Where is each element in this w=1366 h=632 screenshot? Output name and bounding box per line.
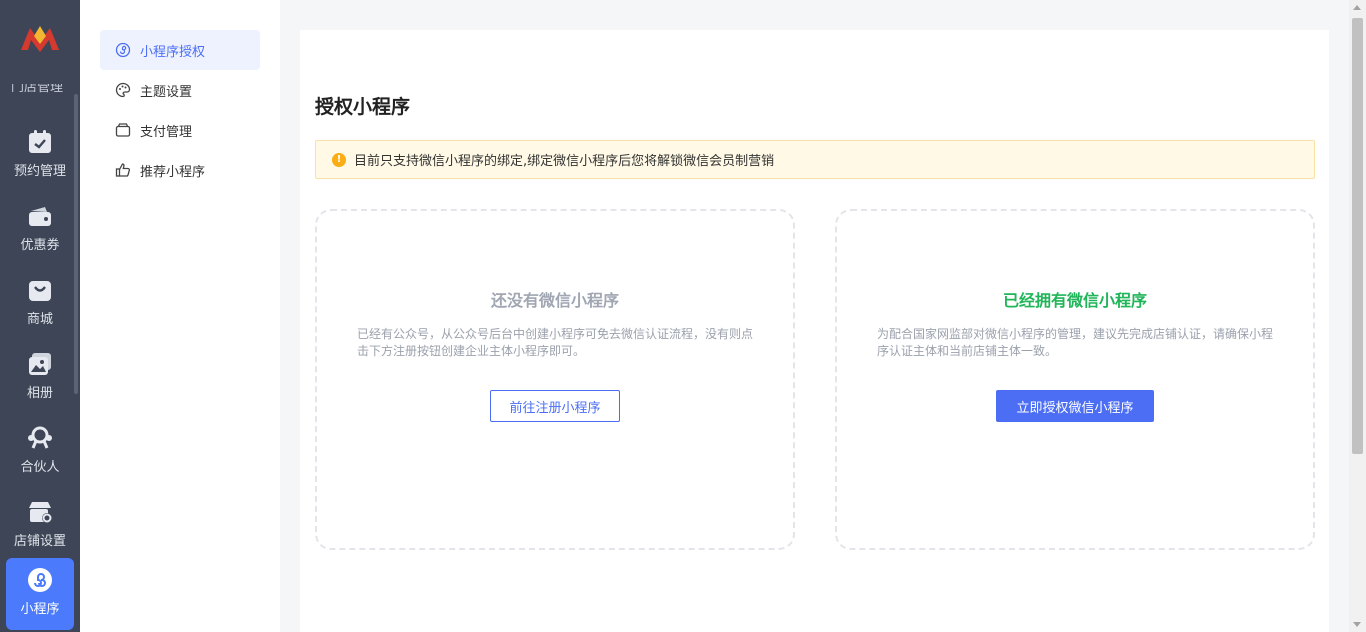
rail-item-mini-program[interactable]: 小程序	[6, 558, 74, 630]
sub-nav: 小程序授权 主题设置 支付管理 推荐小程序	[80, 0, 280, 632]
authorize-mini-program-button[interactable]: 立即授权微信小程序	[996, 390, 1154, 422]
scroll-down-icon[interactable]	[1353, 622, 1361, 627]
page-scrollbar[interactable]	[1349, 0, 1366, 632]
panel-description: 为配合国家网监部对微信小程序的管理，建议先完成店铺认证，请确保小程序认证主体和当…	[877, 327, 1274, 358]
shopping-bag-icon	[29, 281, 51, 301]
scroll-up-icon[interactable]	[1353, 5, 1361, 10]
album-icon	[29, 353, 51, 375]
subnav-item-recommend[interactable]: 推荐小程序	[100, 150, 260, 190]
register-mini-program-button[interactable]: 前往注册小程序	[490, 390, 620, 422]
brand-logo[interactable]	[0, 22, 80, 66]
rail-scrollbar[interactable]	[74, 94, 78, 394]
rail-item-album[interactable]: 相册	[6, 342, 74, 414]
no-mini-program-panel: 还没有微信小程序 已经有公众号，从公众号后台中创建小程序可免去微信认证流程，没有…	[315, 209, 795, 550]
has-mini-program-panel: 已经拥有微信小程序 为配合国家网监部对微信小程序的管理，建议先完成店铺认证，请确…	[835, 209, 1315, 550]
partner-icon	[28, 426, 52, 449]
logo-icon	[21, 26, 59, 52]
authorize-icon	[115, 42, 131, 58]
palette-icon	[115, 82, 131, 98]
main-content: 授权小程序 ! 目前只支持微信小程序的绑定,绑定微信小程序后您将解锁微信会员制营…	[300, 30, 1329, 632]
panel-description: 已经有公众号，从公众号后台中创建小程序可免去微信认证流程，没有则点击下方注册按钮…	[357, 327, 754, 358]
mini-program-icon	[28, 568, 52, 592]
coupon-wallet-icon	[29, 207, 51, 226]
notice-banner: ! 目前只支持微信小程序的绑定,绑定微信小程序后您将解锁微信会员制营销	[315, 140, 1315, 179]
panel-title: 已经拥有微信小程序	[1002, 291, 1147, 310]
thumbs-up-icon	[115, 163, 131, 177]
calendar-icon	[29, 130, 51, 153]
notice-text: 目前只支持微信小程序的绑定,绑定微信小程序后您将解锁微信会员制营销	[354, 154, 775, 169]
store-settings-icon	[29, 502, 52, 523]
panel-title: 还没有微信小程序	[490, 291, 619, 310]
page-title: 授权小程序	[315, 96, 411, 118]
subnav-item-authorize[interactable]: 小程序授权	[100, 30, 260, 70]
rail-item-mall[interactable]: 商城	[6, 268, 74, 340]
rail-item-store-partial[interactable]: 门店管理	[0, 84, 74, 104]
rail-item-store-settings[interactable]: 店铺设置	[6, 490, 74, 562]
rail-item-partner[interactable]: 合伙人	[6, 416, 74, 488]
rail-item-coupon[interactable]: 优惠券	[6, 194, 74, 266]
warning-icon: !	[332, 152, 346, 167]
subnav-item-theme[interactable]: 主题设置	[100, 70, 260, 110]
rail-item-booking[interactable]: 预约管理	[6, 120, 74, 192]
wallet-icon	[115, 123, 131, 137]
scrollbar-thumb[interactable]	[1352, 18, 1363, 454]
subnav-item-payment[interactable]: 支付管理	[100, 110, 260, 150]
main-nav-rail: 门店管理 预约管理 优惠券 商城 相册 合伙人 店铺设置 小程序	[0, 0, 80, 632]
